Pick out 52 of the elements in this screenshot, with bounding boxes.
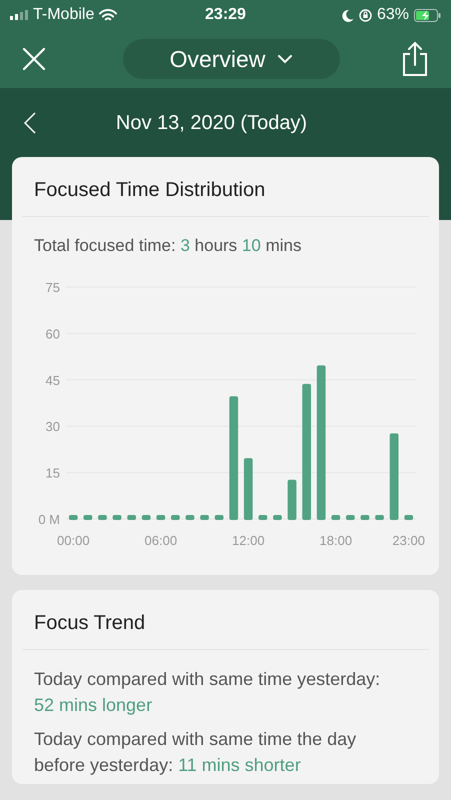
bar [156,515,166,520]
bar [68,515,78,520]
card-title: Focus Trend [33,611,146,636]
axis-label: 15 [46,466,60,481]
axis-label: 18:00 [320,533,352,548]
close-button[interactable] [20,45,48,73]
card-title: Focused Time Distribution [33,178,266,203]
moon-icon [342,8,354,22]
bar [273,515,282,520]
comparison-text: Today compared with same time yesterday: 52 mins longer [33,668,382,717]
view-dropdown[interactable]: Overview [123,39,340,79]
axis-label: 0 M [38,512,60,527]
total-focused-time: Total focused time: 3 hours 10 mins [33,235,302,257]
axis-label: 30 [46,419,60,434]
axis-label: 60 [46,326,60,342]
bar [142,515,151,520]
bar [186,515,194,520]
bar [200,515,209,520]
bar [346,515,355,520]
bar [331,515,340,520]
axis-label: 75 [46,280,60,295]
clock-time: 23:29 [205,6,246,24]
rotation-lock-icon [358,8,372,22]
axis-label: 06:00 [144,533,178,548]
bar [127,515,136,520]
close-icon [22,47,46,71]
date-label: Nov 13, 2020 (Today) [114,112,308,134]
signal-icon [10,10,28,20]
carrier-name: T-Mobile [33,6,94,24]
battery-charging-icon [414,8,441,22]
axis-label: 45 [46,372,60,388]
bar [112,515,122,520]
bar [375,515,384,520]
bar [244,458,253,520]
axis-label: 00:00 [57,533,90,548]
axis-label: 23:00 [392,533,425,548]
bar [98,515,107,520]
previous-day-button[interactable] [22,110,38,136]
chevron-left-icon [24,112,36,134]
battery-percent: 63% [376,6,409,24]
bar [171,515,180,520]
share-icon [401,41,429,77]
comparison-text: Today compared with same time the day before yesterday: 11 mins shorter [33,728,358,777]
chevron-down-icon [277,54,294,64]
bar [288,480,296,520]
bar [360,515,370,520]
bar [258,515,268,520]
bar [214,515,224,520]
axis-label: 12:00 [232,533,265,548]
bar [84,515,92,520]
wifi-icon [99,8,118,22]
bar [404,515,414,520]
